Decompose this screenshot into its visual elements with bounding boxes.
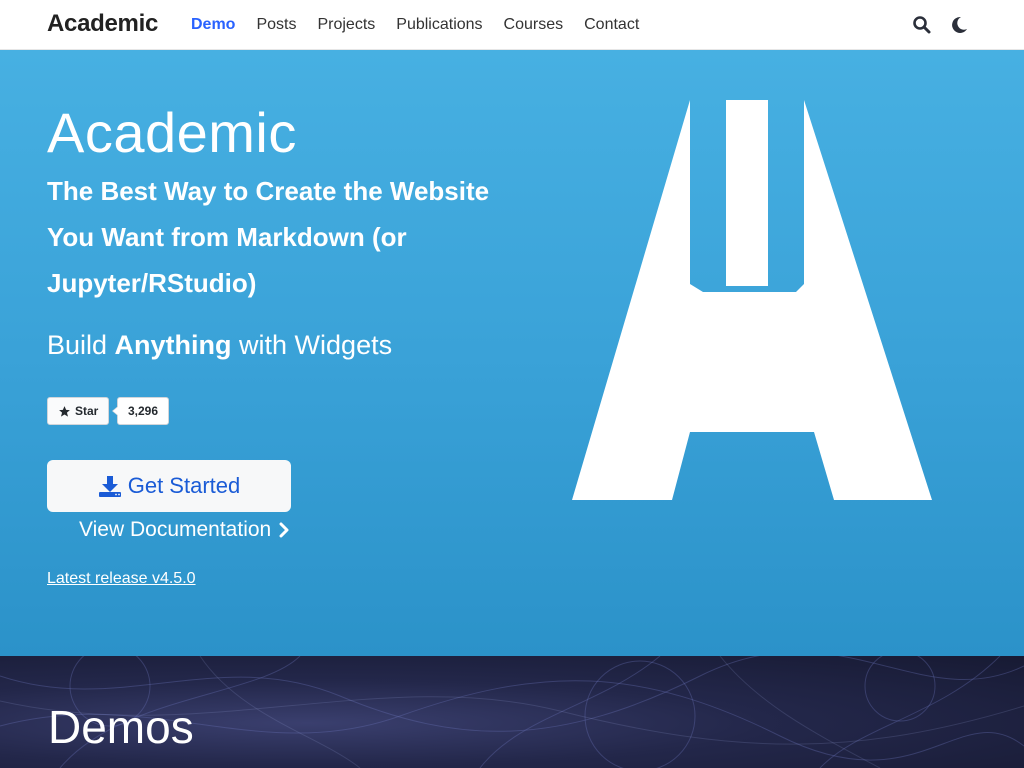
download-icon (98, 476, 121, 497)
academic-logo (572, 100, 932, 500)
hero-title: Academic (47, 101, 297, 164)
github-star-label: Star (75, 404, 99, 418)
demos-section: Demos (0, 656, 1024, 768)
hero-sub-bold: Anything (114, 330, 232, 360)
latest-release-link[interactable]: Latest release v4.5.0 (47, 570, 196, 588)
nav-link-courses[interactable]: Courses (504, 16, 564, 34)
nav-link-projects[interactable]: Projects (317, 16, 375, 34)
search-icon[interactable] (912, 15, 932, 35)
nav-link-publications[interactable]: Publications (396, 16, 482, 34)
hero-section: Academic The Best Way to Create the Webs… (0, 50, 1024, 656)
view-docs-label: View Documentation (79, 518, 272, 541)
brand-logo[interactable]: Academic (47, 10, 158, 38)
github-star-count[interactable]: 3,296 (111, 397, 170, 425)
github-star-button[interactable]: Star (47, 397, 110, 425)
get-started-label: Get Started (127, 473, 241, 498)
nav-link-demo[interactable]: Demo (191, 16, 235, 34)
star-icon (59, 405, 70, 417)
nav-link-contact[interactable]: Contact (584, 16, 639, 34)
hero-sub-suffix: with Widgets (231, 330, 393, 360)
demos-title: Demos (48, 701, 194, 753)
hero-lead: The Best Way to Create the Website You W… (47, 176, 490, 298)
view-documentation-link[interactable]: View Documentation (79, 518, 289, 542)
nav-link-posts[interactable]: Posts (256, 16, 296, 34)
navbar: Academic Demo Posts Projects Publication… (0, 0, 1024, 50)
hero-sub-prefix: Build (47, 330, 115, 360)
nav-links: Demo Posts Projects Publications Courses… (191, 16, 639, 34)
get-started-button[interactable]: Get Started (47, 460, 291, 512)
hero-subtitle: Build Anything with Widgets (47, 330, 392, 361)
chevron-right-icon (279, 522, 289, 538)
moon-icon[interactable] (949, 15, 969, 35)
